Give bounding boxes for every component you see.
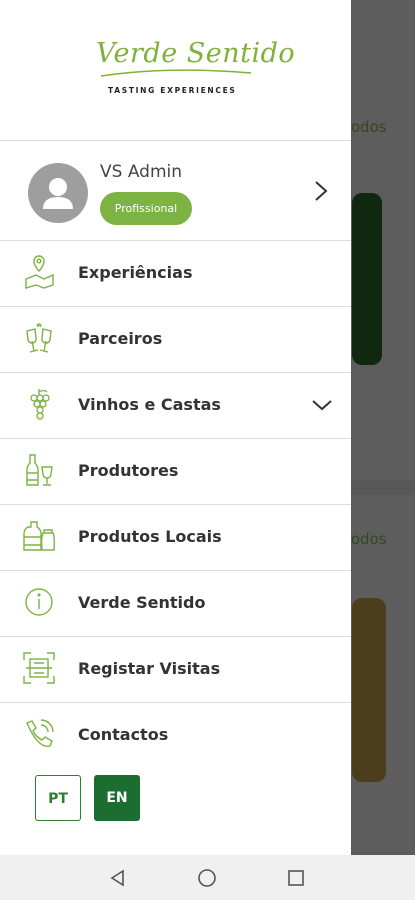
cheers-icon xyxy=(26,323,52,353)
avatar-icon xyxy=(28,163,88,223)
back-icon[interactable] xyxy=(108,868,128,888)
menu-item-parceiros[interactable]: Parceiros xyxy=(0,307,351,373)
profile-name: VS Admin xyxy=(100,162,183,182)
grapes-icon xyxy=(30,389,50,420)
menu-label: Produtos Locais xyxy=(78,527,222,546)
menu-item-verde-sentido[interactable]: Verde Sentido xyxy=(0,571,351,637)
logo-subtitle: TASTING EXPERIENCES xyxy=(108,86,237,95)
menu-item-vinhos-castas[interactable]: Vinhos e Castas xyxy=(0,373,351,439)
menu-item-contactos[interactable]: Contactos xyxy=(0,703,351,768)
qr-scan-icon xyxy=(23,652,55,684)
menu-label: Contactos xyxy=(78,725,169,744)
phone-icon xyxy=(26,719,54,747)
profile-row[interactable]: VS Admin Profissional xyxy=(0,141,351,241)
recents-icon[interactable] xyxy=(286,868,306,888)
language-pt-button[interactable]: PT xyxy=(35,775,81,821)
brand-logo: Verde Sentido TASTING EXPERIENCES xyxy=(0,0,351,141)
menu-label: Registar Visitas xyxy=(78,659,221,678)
chevron-right-icon[interactable] xyxy=(312,179,330,203)
language-en-button[interactable]: EN xyxy=(94,775,140,821)
menu-item-produtos-locais[interactable]: Produtos Locais xyxy=(0,505,351,571)
jars-icon xyxy=(23,521,56,551)
home-icon[interactable] xyxy=(197,868,217,888)
menu-item-registar-visitas[interactable]: Registar Visitas xyxy=(0,637,351,703)
chevron-down-icon[interactable] xyxy=(310,397,334,413)
wine-bottle-icon xyxy=(26,454,53,486)
menu-label: Experiências xyxy=(78,263,193,282)
logo-script-text: Verde Sentido xyxy=(96,38,296,69)
menu-label: Produtores xyxy=(78,461,179,480)
menu-label: Vinhos e Castas xyxy=(78,395,221,414)
navigation-drawer: Verde Sentido TASTING EXPERIENCES VS Adm… xyxy=(0,0,351,855)
logo-swash xyxy=(100,69,252,77)
info-icon xyxy=(25,588,53,616)
map-pin-icon xyxy=(25,255,54,289)
menu-label: Verde Sentido xyxy=(78,593,206,612)
menu-label: Parceiros xyxy=(78,329,163,348)
menu-item-produtores[interactable]: Produtores xyxy=(0,439,351,505)
menu-item-experiencias[interactable]: Experiências xyxy=(0,241,351,307)
system-navigation-bar xyxy=(0,855,415,900)
profile-role-badge: Profissional xyxy=(100,192,192,225)
